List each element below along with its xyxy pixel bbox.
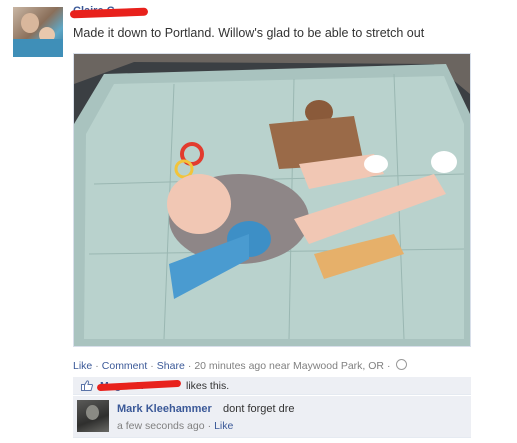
separator-dot: · [95,360,99,372]
commenter-avatar[interactable] [77,400,109,432]
comment-text: dont forget dre [223,403,295,415]
photo-illustration [74,54,470,346]
post-location[interactable]: near Maywood Park, OR [269,360,384,372]
avatar-face [21,13,39,33]
author-avatar[interactable] [13,7,63,57]
redaction-mark [69,7,149,19]
post-message: Made it down to Portland. Willow's glad … [73,26,425,40]
comment-meta: a few seconds ago · Like [117,420,233,432]
like-link[interactable]: Like [73,360,92,372]
post-photo[interactable] [73,53,471,347]
comment-link[interactable]: Comment [102,360,148,372]
separator-dot: · [187,360,192,372]
avatar-face [86,405,99,420]
comment-time[interactable]: a few seconds ago [117,420,205,432]
thumbs-up-icon [81,380,93,391]
separator-dot: · [207,420,212,432]
likes-summary: Megan H likes this. [73,377,471,395]
comment-like-link[interactable]: Like [214,420,233,432]
avatar-shirt [13,39,63,57]
separator-dot: · [387,360,391,372]
globe-icon[interactable] [395,359,407,370]
comment-item: Mark Kleehammer dont forget dre a few se… [73,396,471,438]
post-action-bar: Like · Comment · Share · 20 minutes ago near M… [73,359,407,372]
share-link[interactable]: Share [157,360,185,372]
separator-dot: · [150,360,154,372]
post-timestamp[interactable]: 20 minutes ago [194,360,266,372]
commenter-name[interactable]: Mark Kleehammer [117,403,212,415]
likes-text: likes this. [186,380,230,392]
